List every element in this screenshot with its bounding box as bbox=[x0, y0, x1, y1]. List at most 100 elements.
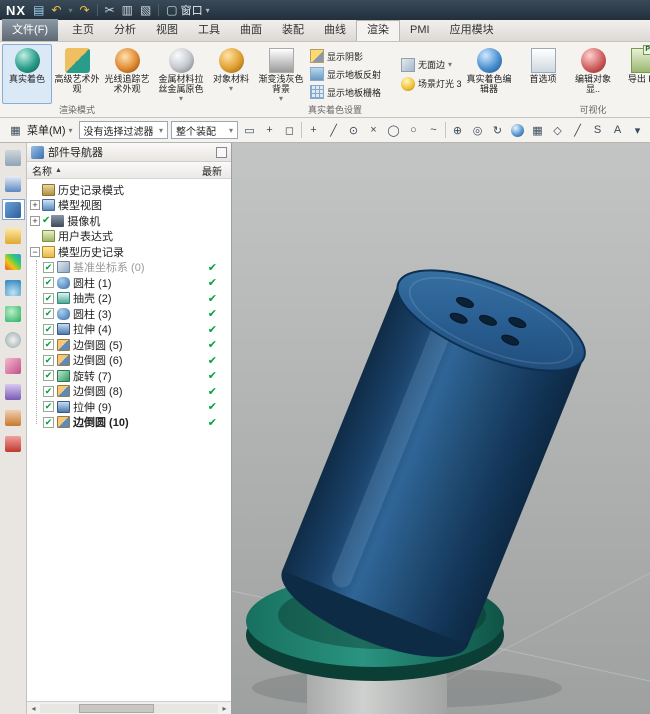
window-select-icon[interactable]: ▭ bbox=[241, 122, 258, 139]
horizontal-scrollbar[interactable]: ◂ ▸ bbox=[27, 701, 231, 714]
tree-item-history-mode[interactable]: 历史记录模式 bbox=[30, 182, 231, 198]
tab-application[interactable]: 应用模块 bbox=[440, 20, 504, 41]
snap-endpoint-icon[interactable]: ╱ bbox=[325, 122, 342, 139]
tree-item-edge-blend-10[interactable]: ✔ 边倒圆 (10) ✔ bbox=[43, 415, 231, 431]
scene-lights-button[interactable]: 场景灯光 3 bbox=[401, 76, 461, 92]
tab-render[interactable]: 渲染 bbox=[356, 20, 400, 41]
feature-checkbox[interactable]: ✔ bbox=[43, 324, 54, 335]
column-name[interactable]: 名称 bbox=[32, 163, 52, 178]
system-scenes-button[interactable] bbox=[2, 381, 25, 402]
grid-icon[interactable]: ▦ bbox=[529, 122, 546, 139]
scroll-left-icon[interactable]: ◂ bbox=[28, 704, 39, 713]
zoom-icon[interactable]: ◎ bbox=[469, 122, 486, 139]
collapse-icon[interactable]: − bbox=[30, 247, 40, 257]
tree-item-user-expressions[interactable]: 用户表达式 bbox=[30, 229, 231, 245]
tree-item-edge-blend-6[interactable]: ✔ 边倒圆 (6) ✔ bbox=[43, 353, 231, 369]
crosshair-icon[interactable]: + bbox=[261, 122, 278, 139]
advanced-art-appearance-button[interactable]: 高级艺术外观 bbox=[52, 44, 102, 104]
fit-view-icon[interactable]: ⊕ bbox=[449, 122, 466, 139]
redo-icon[interactable]: ↷ bbox=[79, 4, 89, 16]
feature-checkbox[interactable]: ✔ bbox=[43, 370, 54, 381]
tree-item-model-history[interactable]: − 模型历史记录 bbox=[30, 244, 231, 260]
web-browser-button[interactable] bbox=[2, 277, 25, 298]
spline-icon[interactable]: S bbox=[589, 122, 606, 139]
show-shadow-toggle[interactable]: 显示阴影 bbox=[310, 48, 394, 64]
true-shading-editor-button[interactable]: 真实着色编辑器 bbox=[464, 44, 514, 104]
shaded-style-icon[interactable] bbox=[509, 122, 526, 139]
menu-button[interactable]: ▦ 菜单(M) ▾ bbox=[4, 122, 76, 139]
feature-checkbox[interactable]: ✔ bbox=[43, 277, 54, 288]
graphics-viewport[interactable] bbox=[232, 143, 650, 714]
undock-icon[interactable] bbox=[216, 147, 227, 158]
hd3d-tools-button[interactable] bbox=[2, 251, 25, 272]
snap-point-icon[interactable]: + bbox=[305, 122, 322, 139]
paste-icon[interactable]: ▧ bbox=[140, 4, 151, 16]
part-navigator-button[interactable] bbox=[2, 199, 25, 220]
tab-curve[interactable]: 曲线 bbox=[314, 20, 356, 41]
object-material-button[interactable]: 对象材料 ▾ bbox=[206, 44, 256, 104]
perspective-icon[interactable]: ◇ bbox=[549, 122, 566, 139]
reuse-library-button[interactable] bbox=[2, 225, 25, 246]
history-palette-button[interactable] bbox=[2, 303, 25, 324]
assembly-navigator-button[interactable] bbox=[2, 147, 25, 168]
save-icon[interactable]: ▤ bbox=[33, 4, 44, 16]
selection-filter-dropdown[interactable]: 没有选择过滤器 ▾ bbox=[79, 121, 168, 139]
point-on-curve-icon[interactable]: ~ bbox=[425, 122, 442, 139]
selection-scope-dropdown[interactable]: 整个装配 ▾ bbox=[171, 121, 238, 139]
true-shading-button[interactable]: 真实着色 bbox=[2, 44, 52, 104]
global-material-button[interactable]: 金属材料拉丝金属原色 ▾ bbox=[156, 44, 206, 104]
tree-item-cylinder-1[interactable]: ✔ 圆柱 (1) ✔ bbox=[43, 275, 231, 291]
window-menu[interactable]: ▢ 窗口 ▾ bbox=[166, 2, 209, 18]
tab-file[interactable]: 文件(F) bbox=[2, 19, 58, 41]
feature-checkbox[interactable]: ✔ bbox=[43, 339, 54, 350]
face-select-icon[interactable]: ◻ bbox=[281, 122, 298, 139]
tab-pmi[interactable]: PMI bbox=[400, 20, 440, 41]
tree-item-cameras[interactable]: + ✔ 摄像机 bbox=[30, 213, 231, 229]
tree-item-edge-blend-5[interactable]: ✔ 边倒圆 (5) ✔ bbox=[43, 337, 231, 353]
tab-view[interactable]: 视图 bbox=[146, 20, 188, 41]
snap-center-icon[interactable]: ⊙ bbox=[345, 122, 362, 139]
feature-checkbox[interactable]: ✔ bbox=[43, 401, 54, 412]
tab-assemblies[interactable]: 装配 bbox=[272, 20, 314, 41]
tree-item-datum-csys[interactable]: ✔ 基准坐标系 (0) ✔ bbox=[43, 260, 231, 276]
tree-item-cylinder-3[interactable]: ✔ 圆柱 (3) ✔ bbox=[43, 306, 231, 322]
scrollbar-track[interactable] bbox=[40, 704, 218, 713]
expand-icon[interactable]: + bbox=[30, 216, 40, 226]
tree-item-revolve-7[interactable]: ✔ 旋转 (7) ✔ bbox=[43, 368, 231, 384]
constraint-navigator-button[interactable] bbox=[2, 173, 25, 194]
3d-canvas[interactable] bbox=[232, 143, 650, 714]
tab-analysis[interactable]: 分析 bbox=[104, 20, 146, 41]
show-floor-grid-toggle[interactable]: 显示地板栅格 bbox=[310, 84, 394, 100]
feature-checkbox[interactable]: ✔ bbox=[43, 417, 54, 428]
cut-icon[interactable]: ✂ bbox=[105, 4, 115, 16]
feature-checkbox[interactable]: ✔ bbox=[43, 386, 54, 397]
roles-button[interactable] bbox=[2, 355, 25, 376]
line-icon[interactable]: ╱ bbox=[569, 122, 586, 139]
tab-surface[interactable]: 曲面 bbox=[230, 20, 272, 41]
scrollbar-thumb[interactable] bbox=[79, 704, 154, 713]
gradient-background-button[interactable]: 渐变浅灰色背景 ▾ bbox=[256, 44, 306, 104]
tree-item-model-views[interactable]: + 模型视图 bbox=[30, 198, 231, 214]
expand-icon[interactable]: + bbox=[30, 200, 40, 210]
feature-checkbox[interactable]: ✔ bbox=[43, 262, 54, 273]
feature-checkbox[interactable]: ✔ bbox=[43, 308, 54, 319]
edit-object-display-button[interactable]: 编辑对象显.. bbox=[568, 44, 618, 104]
tree-item-extrude-4[interactable]: ✔ 拉伸 (4) ✔ bbox=[43, 322, 231, 338]
no-face-edge-button[interactable]: 无面边 ▾ bbox=[401, 57, 461, 73]
snap-quadrant-icon[interactable]: ◯ bbox=[385, 122, 402, 139]
feature-checkbox[interactable]: ✔ bbox=[43, 293, 54, 304]
show-floor-reflection-toggle[interactable]: 显示地板反射 bbox=[310, 66, 394, 82]
export-png-button[interactable]: PNG 导出 P.. bbox=[618, 44, 650, 104]
tree-item-edge-blend-8[interactable]: ✔ 边倒圆 (8) ✔ bbox=[43, 384, 231, 400]
more-options-icon[interactable]: ▾ bbox=[629, 122, 646, 139]
tab-home[interactable]: 主页 bbox=[62, 20, 104, 41]
preferences-button[interactable]: 首选项 bbox=[518, 44, 568, 104]
undo-dropdown-icon[interactable]: ▾ bbox=[68, 6, 72, 15]
scroll-right-icon[interactable]: ▸ bbox=[219, 704, 230, 713]
rotate-view-icon[interactable]: ↻ bbox=[489, 122, 506, 139]
tree-item-extrude-9[interactable]: ✔ 拉伸 (9) ✔ bbox=[43, 399, 231, 415]
snap-tangent-icon[interactable]: ○ bbox=[405, 122, 422, 139]
process-studio-button[interactable] bbox=[2, 329, 25, 350]
tab-tools[interactable]: 工具 bbox=[188, 20, 230, 41]
tree-item-shell-2[interactable]: ✔ 抽壳 (2) ✔ bbox=[43, 291, 231, 307]
